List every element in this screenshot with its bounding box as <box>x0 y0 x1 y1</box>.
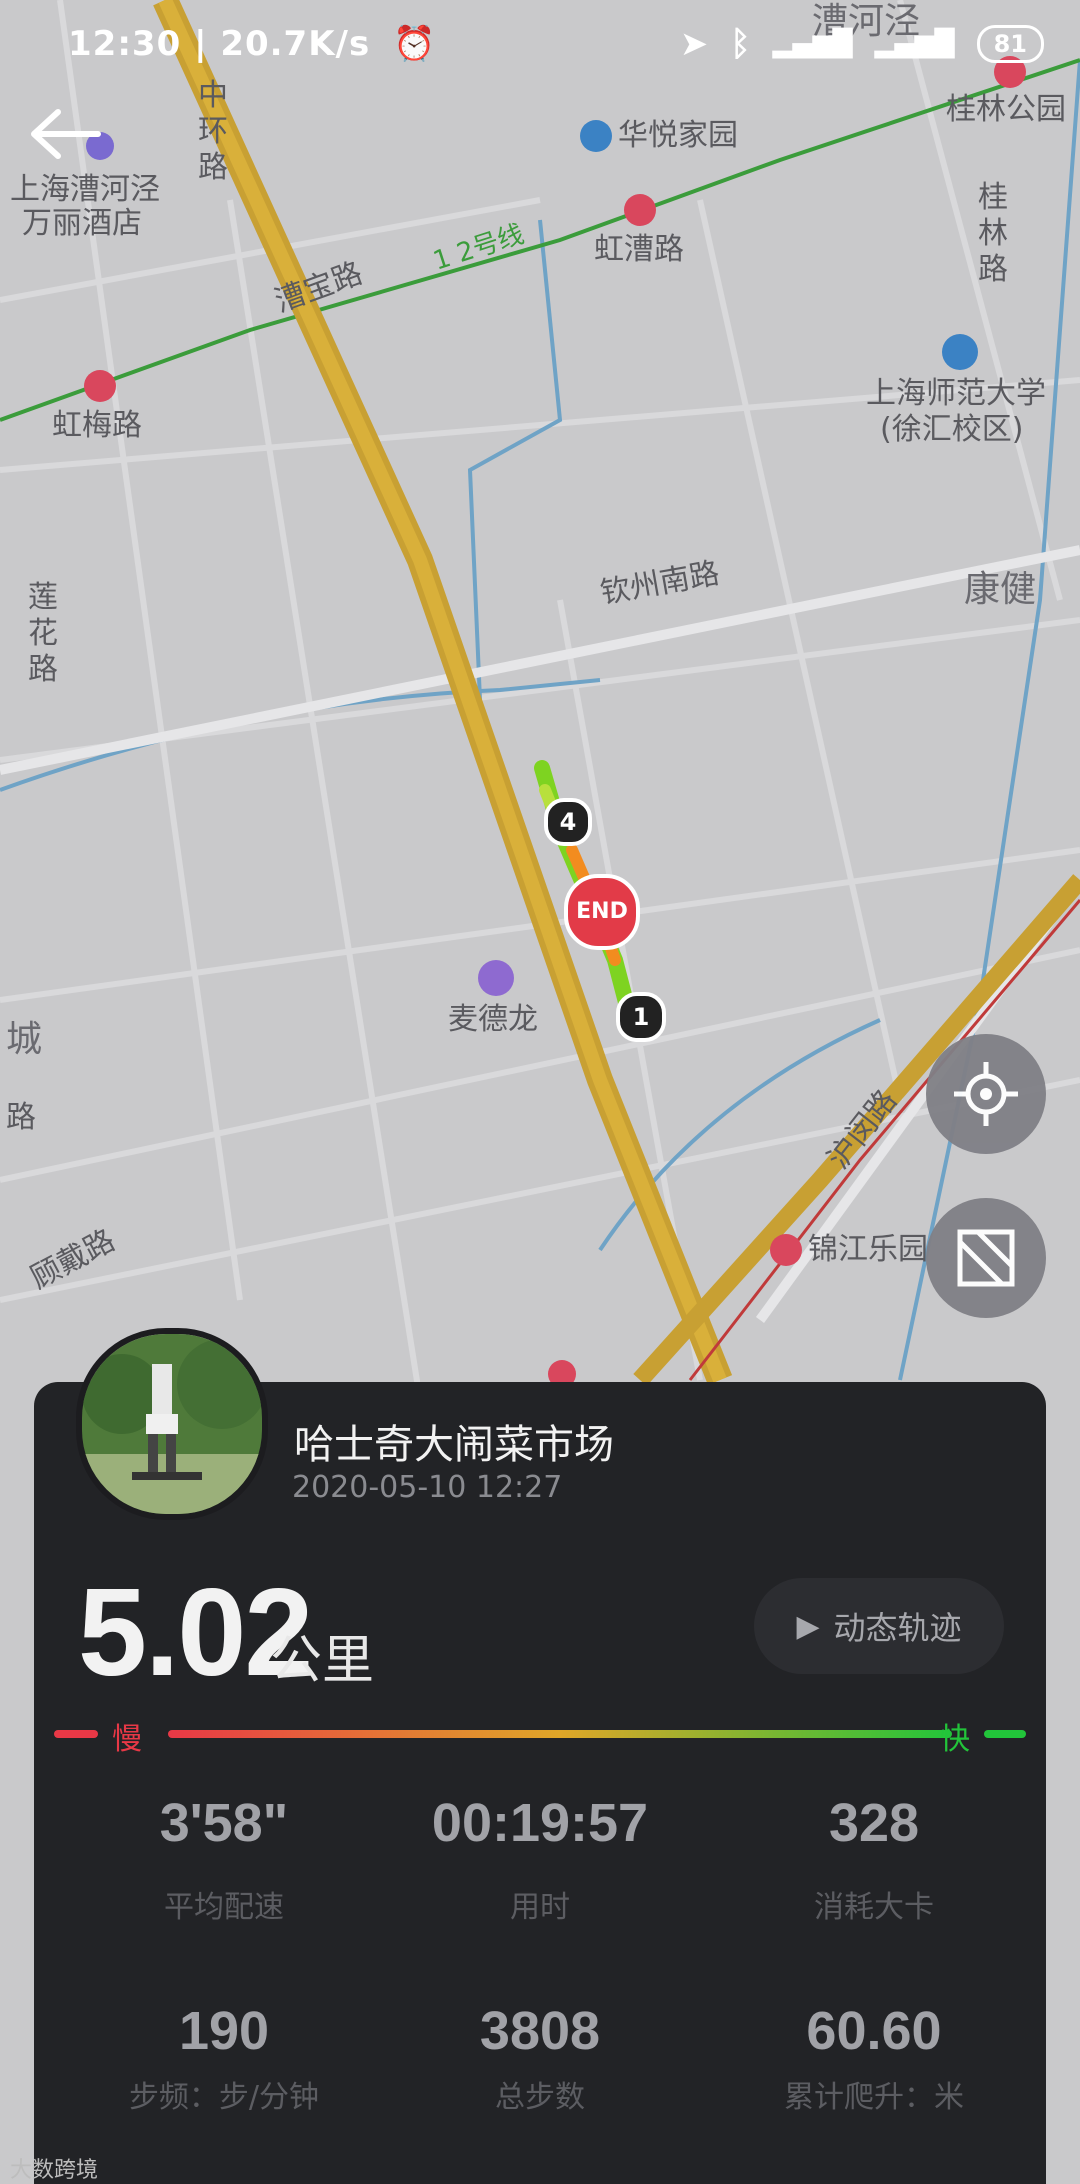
map-label-hongmei-road: 虹梅路 <box>52 408 142 443</box>
pace-gradient-bar <box>54 1730 1026 1738</box>
arrow-left-icon <box>31 109 101 159</box>
stat-value: 00:19:57 <box>431 1793 649 1853</box>
stat-value: 60.60 <box>806 2001 942 2061</box>
battery-indicator: 81 <box>976 25 1044 63</box>
map-layer-icon <box>957 1229 1015 1287</box>
map-label-kangjian: 康健 <box>964 569 1037 610</box>
map-label-cheng: 城 <box>6 1019 43 1060</box>
end-marker[interactable]: END <box>564 874 640 950</box>
run-datetime: 2020-05-10 12:27 <box>292 1470 563 1505</box>
map-label-normal-univ-line2: (徐汇校区) <box>880 412 1024 447</box>
play-icon: ▶ <box>796 1608 820 1644</box>
fast-label: 快 <box>940 1722 970 1757</box>
avatar[interactable] <box>76 1328 268 1520</box>
stat-label: 步频：步/分钟 <box>128 2080 320 2115</box>
stat-label: 累计爬升：米 <box>784 2080 964 2115</box>
locate-button[interactable] <box>926 1034 1046 1154</box>
map-label-hotel-line1: 上海漕河泾 <box>10 172 160 207</box>
stat-value: 3808 <box>479 2001 601 2061</box>
map-label-metro-store: 麦德龙 <box>448 1002 538 1037</box>
map-label-zhonghuan-road: 中环路 <box>198 78 228 185</box>
signal-icon: ▂▄▆█ <box>772 29 853 59</box>
map-label-lianhua-road: 莲花路 <box>28 580 58 687</box>
stat-value: 328 <box>828 1793 920 1853</box>
status-time: 12:30 | 20.7K/s <box>68 24 371 64</box>
signal-icon-2: ▂▄▆█ <box>874 29 955 59</box>
slow-label: 慢 <box>112 1722 142 1757</box>
stat-cadence: 190 步频：步/分钟 <box>74 2000 374 2116</box>
run-title: 哈士奇大闹菜市场 <box>294 1422 614 1468</box>
replay-track-button[interactable]: ▶ 动态轨迹 <box>754 1578 1004 1674</box>
stat-value: 3'58" <box>159 1793 289 1853</box>
map-label-guilin-road: 桂林路 <box>978 180 1008 287</box>
replay-label: 动态轨迹 <box>833 1609 962 1647</box>
back-button[interactable] <box>28 104 108 164</box>
map-label-hotel-line2: 万丽酒店 <box>22 206 142 241</box>
stat-label: 平均配速 <box>164 1890 284 1925</box>
map-label-lu: 路 <box>6 1100 36 1135</box>
bluetooth-icon: ᛒ <box>730 24 751 64</box>
stat-calories: 328 消耗大卡 <box>724 1792 1024 1926</box>
km-marker-4[interactable]: 4 <box>544 798 592 846</box>
stat-duration: 00:19:57 用时 <box>390 1792 690 1926</box>
alarm-icon: ⏰ <box>393 24 437 64</box>
watermark: 大数跨境 <box>10 2158 99 2183</box>
stat-avg-pace: 3'58" 平均配速 <box>74 1792 374 1926</box>
map-label-huayue-garden: 华悦家园 <box>618 118 738 153</box>
map-label-jinjiang-park: 锦江乐园 <box>808 1232 928 1267</box>
status-bar: 12:30 | 20.7K/s ⏰ ➤ ᛒ ▂▄▆█ ▂▄▆█ 81 <box>0 0 1080 92</box>
status-time-speed: 12:30 | 20.7K/s ⏰ <box>68 24 436 64</box>
stat-total-steps: 3808 总步数 <box>390 2000 690 2116</box>
stat-label: 总步数 <box>495 2080 585 2115</box>
status-icons: ➤ ᛒ ▂▄▆█ ▂▄▆█ 81 <box>680 24 1044 64</box>
map-layer-button[interactable] <box>926 1198 1046 1318</box>
stat-elevation-gain: 60.60 累计爬升：米 <box>724 2000 1024 2116</box>
map-label-normal-univ-line1: 上海师范大学 <box>866 376 1046 411</box>
stat-value: 190 <box>178 2001 270 2061</box>
start-marker[interactable]: 1 <box>616 992 666 1042</box>
avatar-image <box>82 1334 262 1514</box>
stat-label: 消耗大卡 <box>814 1890 934 1925</box>
location-icon: ➤ <box>679 24 709 64</box>
distance-unit: 公里 <box>270 1631 375 1691</box>
map-label-hongcao-road: 虹漕路 <box>594 232 684 267</box>
crosshair-icon <box>954 1062 1018 1126</box>
stat-label: 用时 <box>510 1890 570 1925</box>
map-label-guilin-park: 桂林公园 <box>946 92 1066 127</box>
